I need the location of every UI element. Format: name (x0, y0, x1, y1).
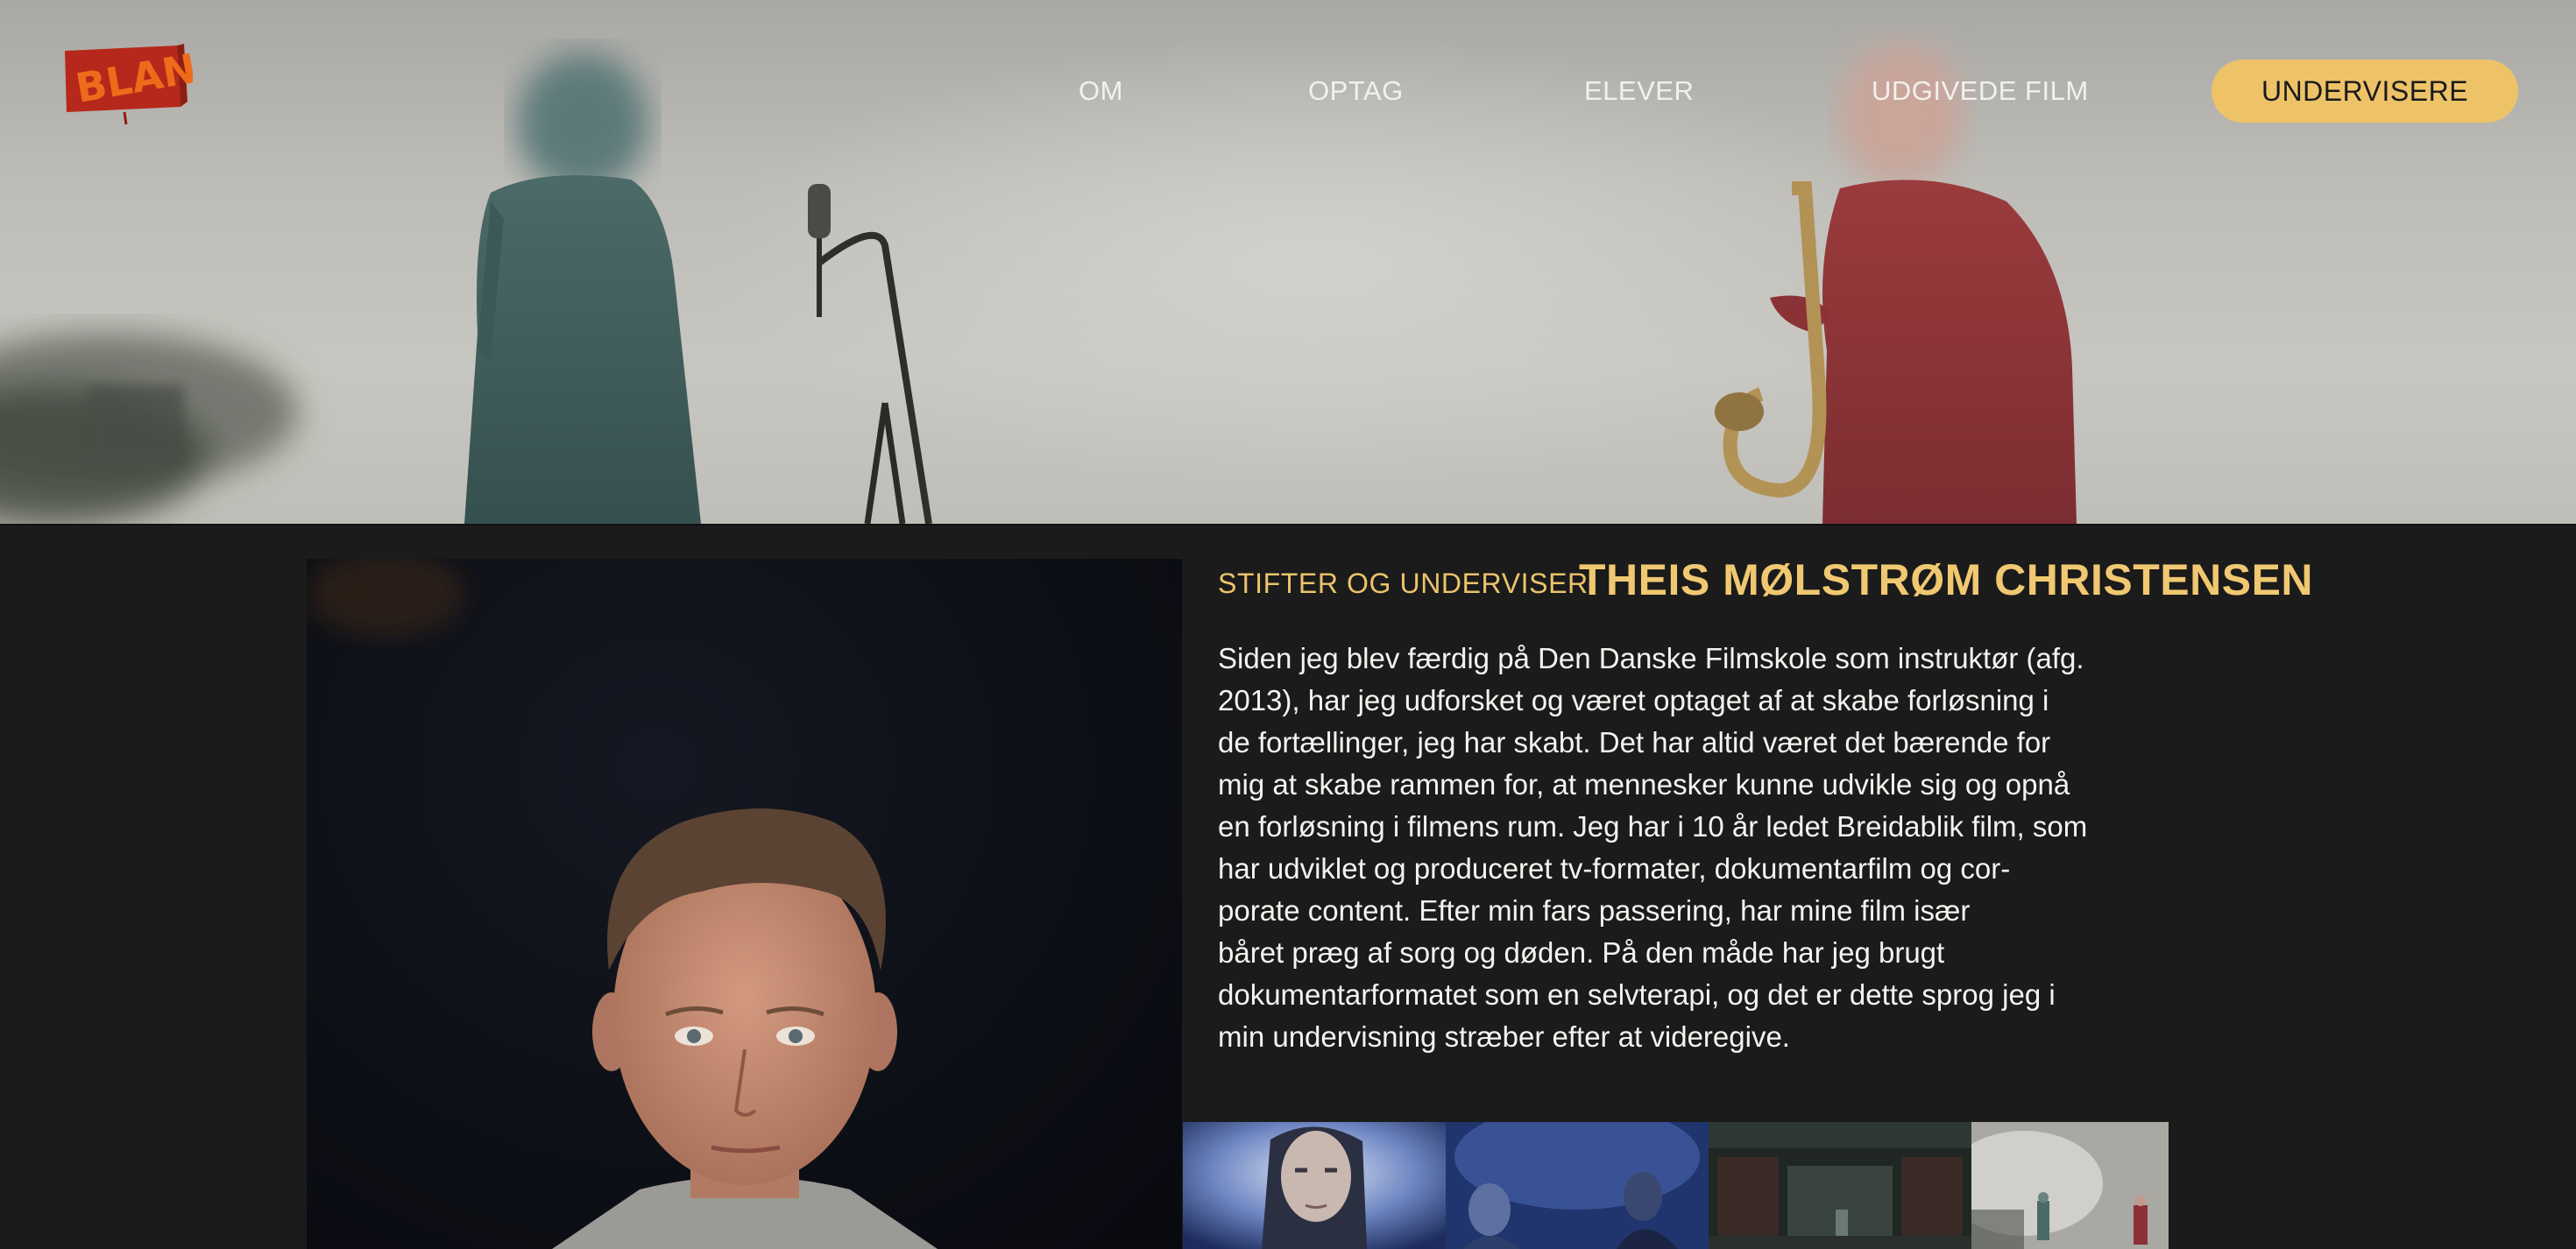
bio-line: en forløsning i filmens rum. Jeg har i 1… (1218, 810, 2088, 843)
bio-line: har udviklet og produceret tv-formater, … (1218, 852, 2011, 885)
teacher-role: STIFTER OG UNDERVISER (1218, 568, 1589, 599)
teacher-portrait (307, 559, 1182, 1249)
bio-line: mig at skabe rammen for, at mennesker ku… (1218, 768, 2070, 801)
blank-logo[interactable]: BLANK (61, 32, 193, 128)
teacher-bio: Siden jeg blev færdig på Den Danske Film… (1218, 638, 2147, 1058)
bio-line: Siden jeg blev færdig på Den Danske Film… (1218, 642, 2084, 674)
hero-divider (0, 524, 2576, 526)
hero-banner: BLANK (0, 0, 2576, 524)
left-figure (464, 53, 701, 524)
bio-line: min undervisning stræber efter at videre… (1218, 1020, 1790, 1053)
film-still-fog-figures-icon (1971, 1122, 2169, 1249)
film-still-2[interactable] (1446, 1122, 1709, 1249)
bio-line: båret præg af sorg og døden. På den måde… (1218, 936, 1945, 969)
film-still-industrial-hall-icon (1709, 1122, 1971, 1249)
film-still-1[interactable] (1183, 1122, 1446, 1249)
nav-item-elever[interactable]: ELEVER (1584, 72, 1694, 110)
bio-line: 2013), har jeg udforsket og været optage… (1218, 684, 2049, 716)
nav-item-optag[interactable]: OPTAG (1308, 72, 1404, 110)
film-still-3[interactable] (1709, 1122, 1971, 1249)
teacher-name: THEIS MØLSTRØM CHRISTENSEN (1579, 555, 2314, 604)
nav-item-om[interactable]: OM (1079, 72, 1123, 110)
portrait-photo (307, 559, 938, 1249)
film-still-portrait-woman-icon (1183, 1122, 1446, 1249)
bio-line: dokumentarformatet som en selvterapi, og… (1218, 978, 2056, 1011)
bio-line: porate content. Efter min fars passering… (1218, 894, 1971, 927)
film-still-4[interactable] (1971, 1122, 2169, 1249)
film-stills-strip (1183, 1122, 2169, 1249)
nav-item-udgivede-film[interactable]: UDGIVEDE FILM (1872, 72, 2089, 110)
hero-film-still (0, 35, 2077, 524)
bio-line: de fortællinger, jeg har skabt. Det har … (1218, 726, 2051, 759)
nav-item-undervisere-button[interactable]: UNDERVISERE (2212, 60, 2518, 123)
film-still-two-women-blue-icon (1446, 1122, 1709, 1249)
